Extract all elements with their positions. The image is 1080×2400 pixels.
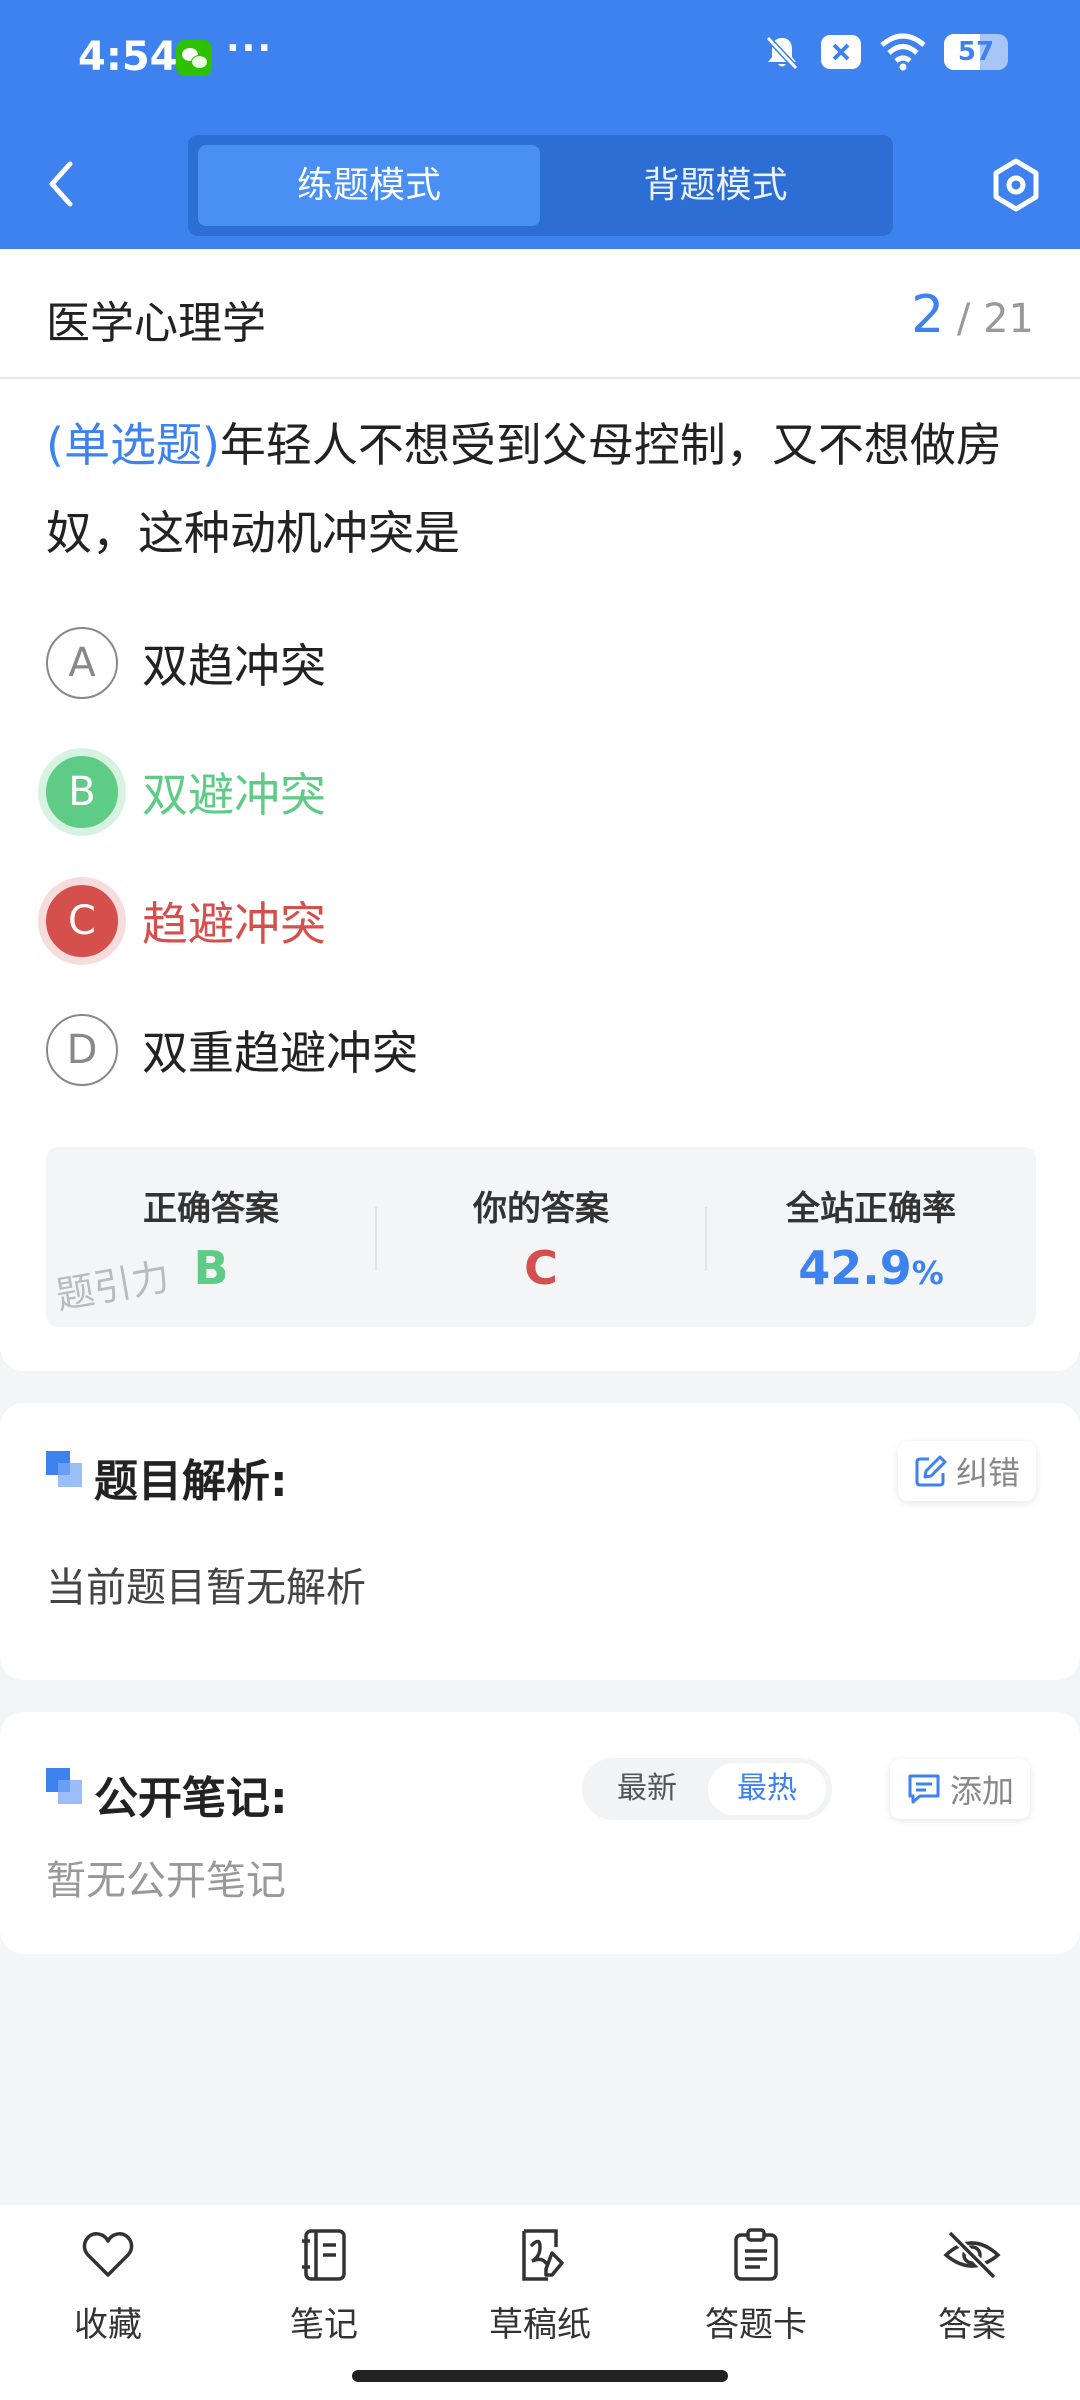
nav-draft-paper[interactable]: 草稿纸 <box>440 2227 640 2346</box>
edit-icon <box>915 1455 947 1487</box>
accuracy-label: 全站正确率 <box>786 1189 956 1229</box>
subject-title: 医学心理学 <box>46 298 266 349</box>
subject-bar: 医学心理学 2 / 21 <box>0 249 1080 379</box>
question-counter: 2 / 21 <box>911 285 1034 345</box>
accuracy-stat: 全站正确率 42.9% <box>706 1147 1036 1327</box>
analysis-title: 题目解析: <box>94 1456 288 1507</box>
battery-level: 57 <box>957 37 995 67</box>
app-header: 4:54 ··· 57 练题模式 背题模式 <box>0 0 1080 249</box>
nav-answer[interactable]: 答案 <box>872 2227 1072 2346</box>
nav-favorite-label: 收藏 <box>74 2305 142 2345</box>
option-a[interactable]: A 双趋冲突 <box>46 627 326 699</box>
analysis-card: 题目解析: 纠错 当前题目暂无解析 <box>0 1403 1080 1680</box>
nav-answer-sheet-label: 答题卡 <box>705 2305 807 2345</box>
mode-tabs: 练题模式 背题模式 <box>188 135 893 236</box>
option-letter: D <box>46 1014 118 1086</box>
nav-notes-label: 笔记 <box>290 2305 358 2345</box>
home-indicator[interactable] <box>352 2370 728 2382</box>
accuracy-unit: % <box>911 1254 944 1292</box>
add-note-button[interactable]: 添加 <box>890 1759 1031 1819</box>
bell-off-icon <box>765 35 799 71</box>
nav-draft-paper-label: 草稿纸 <box>489 2305 591 2345</box>
wechat-icon <box>176 40 212 76</box>
status-more-dots: ··· <box>226 28 274 69</box>
clipboard-icon <box>734 2228 778 2281</box>
notes-title: 公开笔记: <box>94 1773 288 1824</box>
sort-hottest-button[interactable]: 最热 <box>708 1763 826 1815</box>
report-error-button[interactable]: 纠错 <box>898 1441 1037 1501</box>
option-c[interactable]: C 趋避冲突 <box>46 885 326 957</box>
your-answer-label: 你的答案 <box>473 1189 609 1229</box>
nav-notes[interactable]: 笔记 <box>224 2227 424 2346</box>
public-notes-card: 公开笔记: 最新 最热 添加 暂无公开笔记 <box>0 1712 1080 1954</box>
draft-paper-icon <box>522 2229 564 2281</box>
section-square-icon <box>46 1768 82 1804</box>
nav-answer-label: 答案 <box>938 2305 1006 2345</box>
option-b[interactable]: B 双避冲突 <box>46 756 326 828</box>
your-answer-stat: 你的答案 C <box>376 1147 706 1327</box>
eye-off-icon <box>943 2230 1001 2280</box>
notebook-icon <box>302 2229 346 2281</box>
option-letter: B <box>46 756 118 828</box>
option-letter: C <box>46 885 118 957</box>
your-answer-value: C <box>524 1241 558 1295</box>
counter-separator: / <box>944 296 984 342</box>
total-questions: 21 <box>983 296 1034 342</box>
accuracy-number: 42.9 <box>798 1241 912 1295</box>
correct-answer-label: 正确答案 <box>143 1189 279 1229</box>
settings-hexagon-icon[interactable] <box>990 157 1042 213</box>
status-icons: 57 <box>762 32 1008 72</box>
current-question-number: 2 <box>911 285 945 345</box>
back-chevron-icon[interactable] <box>42 156 82 212</box>
accuracy-value: 42.9% <box>706 1241 1036 1295</box>
wifi-icon <box>880 33 926 71</box>
report-error-label: 纠错 <box>956 1454 1021 1492</box>
status-time: 4:54 <box>78 34 178 80</box>
section-square-icon <box>46 1451 82 1487</box>
sort-latest-button[interactable]: 最新 <box>588 1763 706 1815</box>
question-type-tag: (单选题) <box>46 418 220 472</box>
nav-favorite[interactable]: 收藏 <box>8 2227 208 2346</box>
notes-empty-text: 暂无公开笔记 <box>46 1858 286 1904</box>
analysis-body: 当前题目暂无解析 <box>46 1565 366 1611</box>
question-stem: (单选题)年轻人不想受到父母控制，又不想做房奴，这种动机冲突是 <box>46 401 1036 577</box>
option-text: 趋避冲突 <box>142 897 326 951</box>
battery-indicator: 57 <box>944 34 1008 70</box>
comment-icon <box>908 1774 940 1804</box>
notes-sort-toggle: 最新 最热 <box>582 1758 832 1820</box>
option-text: 双重趋避冲突 <box>142 1026 418 1080</box>
option-letter: A <box>46 627 118 699</box>
option-text: 双避冲突 <box>142 768 326 822</box>
question-card: 医学心理学 2 / 21 (单选题)年轻人不想受到父母控制，又不想做房奴，这种动… <box>0 249 1080 1371</box>
heart-icon <box>82 2232 134 2277</box>
answer-stats: 正确答案 B 你的答案 C 全站正确率 42.9% 题引力 <box>46 1147 1036 1327</box>
tab-memorize-mode[interactable]: 背题模式 <box>548 145 883 226</box>
option-d[interactable]: D 双重趋避冲突 <box>46 1014 418 1086</box>
option-text: 双趋冲突 <box>142 639 326 693</box>
tab-practice-mode[interactable]: 练题模式 <box>198 145 540 226</box>
close-box-icon <box>821 35 861 69</box>
add-note-label: 添加 <box>950 1772 1015 1810</box>
nav-answer-sheet[interactable]: 答题卡 <box>656 2227 856 2346</box>
